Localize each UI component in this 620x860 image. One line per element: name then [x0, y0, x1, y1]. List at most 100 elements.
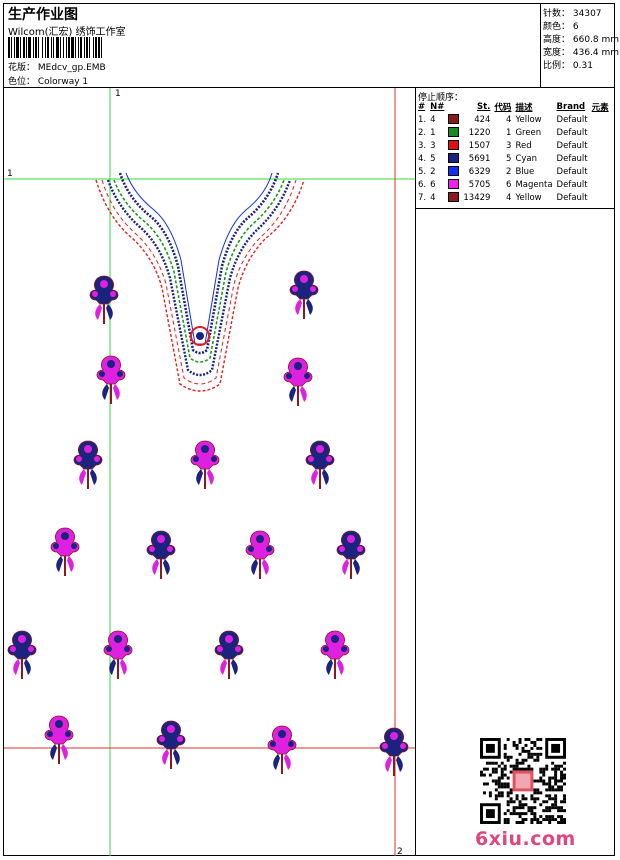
barcode	[8, 37, 102, 58]
color-swatch	[448, 127, 460, 138]
col-element: 元素	[591, 103, 609, 113]
floral-motif	[320, 630, 350, 679]
floral-motif	[283, 357, 313, 406]
col-stitches: St.	[477, 102, 491, 112]
floral-motif	[44, 715, 74, 764]
color-swatch	[448, 153, 460, 164]
studio-subtitle: Wilcom(汇宏) 绣饰工作室	[8, 27, 126, 38]
cell-swatch	[446, 113, 461, 126]
cell-brand: Default	[556, 140, 588, 151]
table-row: 5. 2 6329 2 Blue Default	[416, 165, 611, 178]
cell-description: Yellow	[515, 192, 542, 203]
floral-motif	[267, 725, 297, 774]
legend-divider	[416, 208, 615, 209]
col-swatch	[446, 101, 461, 113]
cell-element	[590, 113, 611, 126]
floral-motif	[96, 355, 126, 404]
color-swatch	[448, 140, 460, 151]
cell-description: Magenta	[515, 179, 553, 190]
qr-code	[480, 738, 566, 824]
watermark-logo: 6xiu.com	[475, 828, 576, 850]
guide-label-bottom: 2	[397, 847, 403, 856]
cell-element	[590, 178, 611, 191]
cell-stitches: 1220	[468, 127, 491, 138]
cell-swatch	[446, 139, 461, 152]
floral-motif	[190, 440, 220, 489]
guide-label-left: 1	[7, 169, 13, 179]
cell-stitches: 6329	[468, 166, 491, 177]
cell-code: 6	[506, 179, 512, 190]
table-row: 7. 4 13429 4 Yellow Default	[416, 191, 611, 204]
neckline-blue-edge	[125, 172, 273, 345]
cell-code: 4	[506, 192, 512, 203]
floral-motif	[73, 440, 103, 489]
cell-description: Cyan	[515, 153, 537, 164]
floral-motif	[289, 270, 319, 319]
floral-motif	[336, 530, 366, 579]
table-header-row: # N# St. 代码 描述 Brand 元素	[416, 101, 611, 113]
floral-motif	[305, 440, 335, 489]
cell-element	[590, 165, 611, 178]
cell-code: 3	[506, 140, 512, 151]
color-swatch	[448, 166, 460, 177]
cell-swatch	[446, 165, 461, 178]
cell-index: 4.	[418, 153, 427, 164]
floral-motif	[214, 630, 244, 679]
colorway-label: 色位： Colorway 1	[8, 77, 89, 87]
stat-scale: 比例： 0.31	[543, 61, 593, 71]
table-row: 3. 3 1507 3 Red Default	[416, 139, 611, 152]
cell-needle: 1	[430, 127, 436, 138]
cell-swatch	[446, 178, 461, 191]
cell-stitches: 13429	[463, 192, 491, 203]
stat-stitches: 针数： 34307	[543, 9, 602, 19]
cell-stitches: 424	[474, 114, 491, 125]
table-row: 6. 6 5705 6 Magenta Default	[416, 178, 611, 191]
cell-description: Green	[515, 127, 542, 138]
col-description: 描述	[515, 103, 533, 113]
cell-swatch	[446, 191, 461, 204]
cell-element	[590, 191, 611, 204]
cell-index: 7.	[418, 192, 427, 203]
cell-brand: Default	[556, 179, 588, 190]
cell-needle: 6	[430, 179, 436, 190]
embroidery-preview: 1 1 2	[4, 88, 415, 856]
table-row: 2. 1 1220 1 Green Default	[416, 126, 611, 139]
cell-needle: 2	[430, 166, 436, 177]
floral-motif	[146, 530, 176, 579]
page-title: 生产作业图	[8, 7, 78, 23]
neckline-center-dot	[196, 332, 204, 340]
color-swatch	[448, 179, 460, 190]
cell-index: 5.	[418, 166, 427, 177]
cell-description: Blue	[515, 166, 535, 177]
cell-needle: 5	[430, 153, 436, 164]
floral-motif	[379, 727, 409, 776]
cell-element	[590, 152, 611, 165]
col-needle: N#	[430, 102, 445, 112]
stats-divider	[540, 3, 541, 87]
table-row: 4. 5 5691 5 Cyan Default	[416, 152, 611, 165]
color-swatch	[448, 114, 460, 125]
color-swatch	[448, 192, 460, 203]
col-code: 代码	[494, 103, 512, 113]
stat-height: 高度： 660.8 mm	[543, 35, 620, 45]
cell-swatch	[446, 152, 461, 165]
cell-index: 6.	[418, 179, 427, 190]
floral-motif	[156, 720, 186, 769]
floral-motif	[50, 527, 80, 576]
cell-stitches: 5691	[468, 153, 491, 164]
cell-element	[590, 126, 611, 139]
col-brand: Brand	[556, 102, 586, 112]
table-row: 1. 4 424 4 Yellow Default	[416, 113, 611, 126]
cell-code: 2	[506, 166, 512, 177]
cell-brand: Default	[556, 153, 588, 164]
cell-index: 1.	[418, 114, 427, 125]
cell-code: 5	[506, 153, 512, 164]
cell-needle: 4	[430, 114, 436, 125]
cell-needle: 3	[430, 140, 436, 151]
design-file-label: 花版： MEdcv_gp.EMB	[8, 63, 106, 73]
floral-motif	[7, 630, 37, 679]
stat-colors: 颜色： 6	[543, 22, 579, 32]
neckline-embroidery	[95, 172, 305, 392]
cell-brand: Default	[556, 192, 588, 203]
guide-label-top: 1	[115, 89, 121, 99]
